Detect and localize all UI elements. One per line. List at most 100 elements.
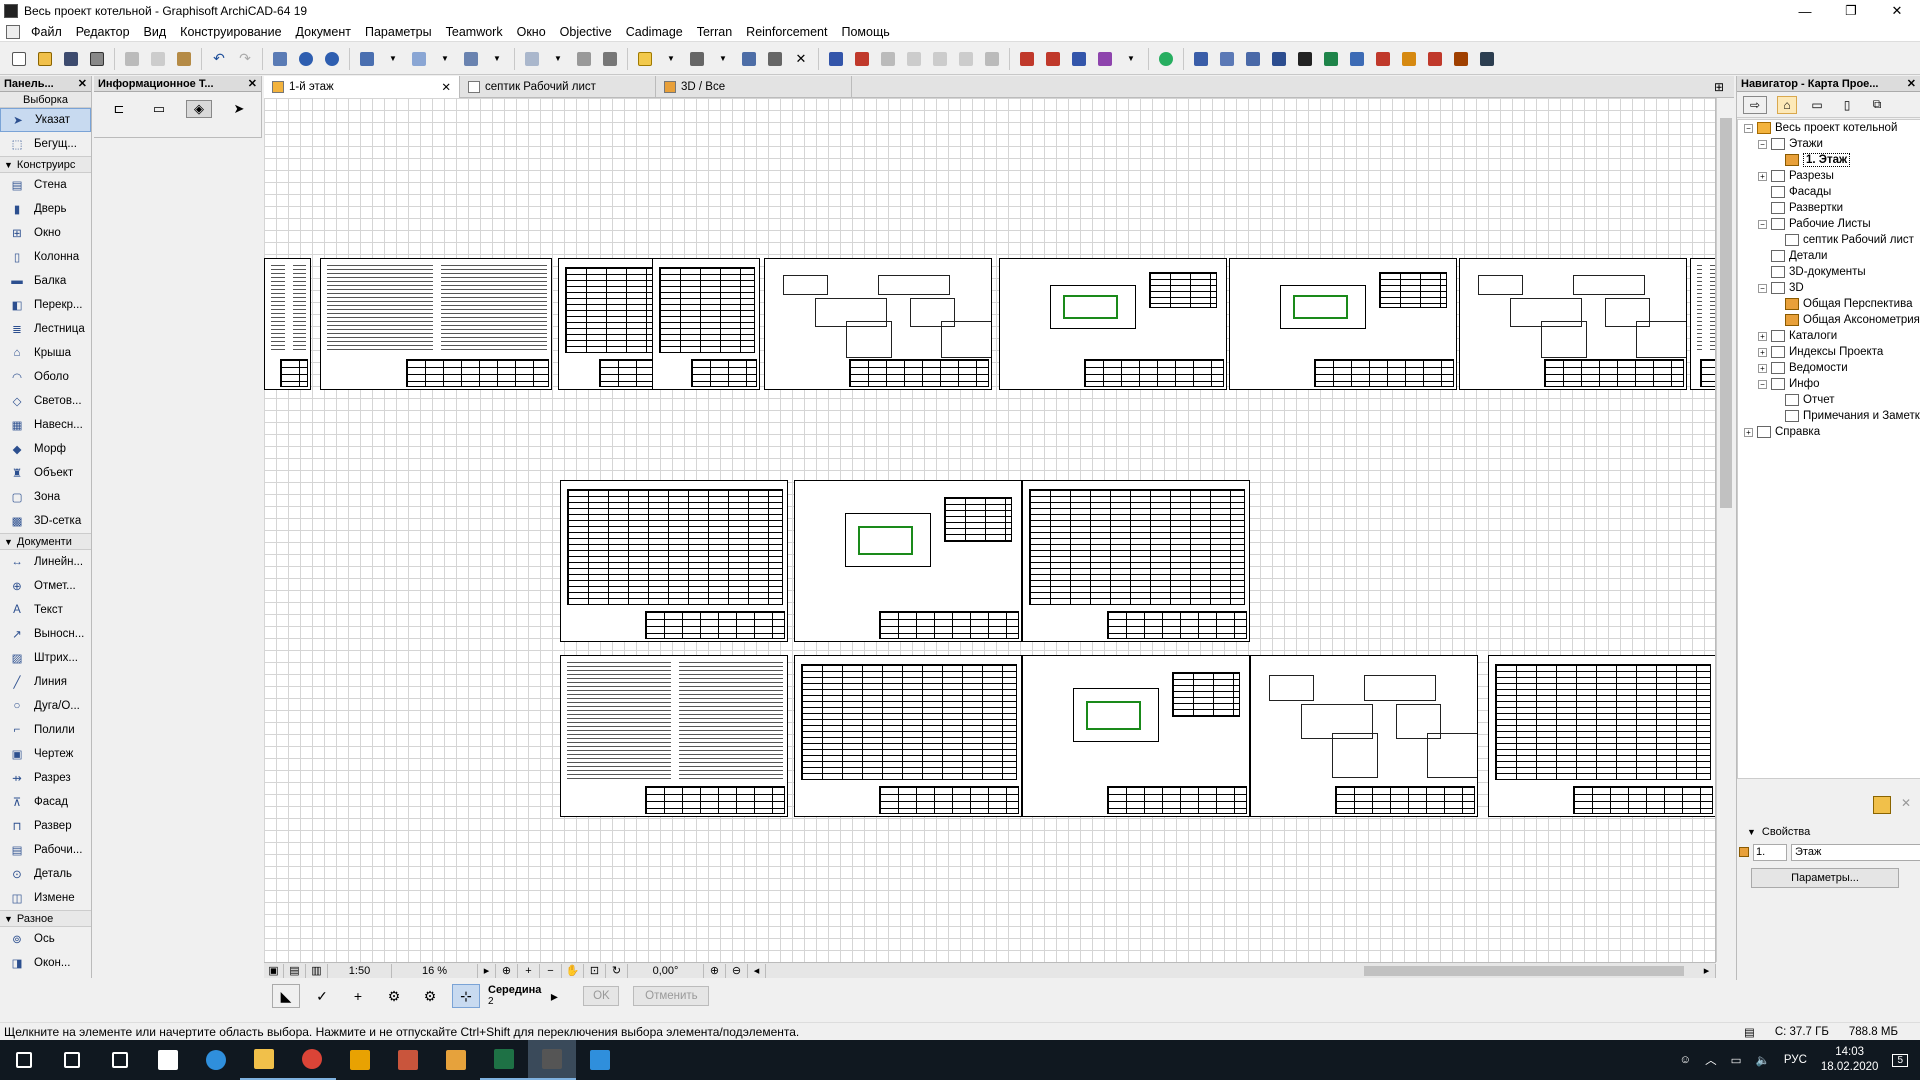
project-map-icon[interactable]: ⌂	[1777, 95, 1797, 114]
split-icon[interactable]	[825, 48, 847, 70]
menu-design[interactable]: Конструирование	[173, 25, 288, 39]
publisher-icon[interactable]	[1398, 48, 1420, 70]
model-view-quick-icon[interactable]: ▥	[306, 963, 328, 978]
elevate-icon[interactable]	[981, 48, 1003, 70]
collapse-icon[interactable]: −	[1758, 379, 1767, 389]
floor-plan-canvas[interactable]	[264, 98, 1716, 962]
redo-icon[interactable]: ↷	[234, 48, 256, 70]
volume-icon[interactable]: 🔈	[1756, 1053, 1770, 1067]
tray-expand-icon[interactable]: ︿	[1705, 1052, 1717, 1068]
drawing-sheet[interactable]	[1690, 258, 1715, 390]
drawing-sheet[interactable]	[1022, 655, 1250, 817]
tree-item[interactable]: Примечания и Заметки	[1738, 408, 1920, 424]
layout-book-icon[interactable]: ▯	[1837, 96, 1857, 114]
next-zoom-icon[interactable]: ⊖	[726, 963, 748, 978]
snap-mode-label[interactable]: Середина 2	[488, 984, 541, 1008]
trace-icon[interactable]	[738, 48, 760, 70]
3d-view-icon[interactable]	[1155, 48, 1177, 70]
tree-item[interactable]: Фасады	[1738, 184, 1920, 200]
minimize-button[interactable]: —	[1782, 0, 1828, 22]
tool-slab[interactable]: ◧ Перекр...	[0, 293, 91, 317]
tool-fill[interactable]: ▨ Штрих...	[0, 646, 91, 670]
interior-marker-icon[interactable]	[1094, 48, 1116, 70]
render-icon[interactable]	[1372, 48, 1394, 70]
drawing-sheet[interactable]	[999, 258, 1227, 390]
zoom-menu-icon[interactable]: ▸	[478, 963, 496, 978]
resize-icon[interactable]	[955, 48, 977, 70]
notifications-icon[interactable]: 5	[1892, 1053, 1908, 1067]
drawing-sheet[interactable]	[264, 258, 311, 390]
expand-icon[interactable]: +	[1758, 363, 1767, 373]
snap-menu-icon[interactable]: ▸	[547, 984, 561, 1008]
tool-polyline[interactable]: ⌐ Полили	[0, 718, 91, 742]
excel-icon[interactable]	[480, 1040, 528, 1080]
info-box-close-icon[interactable]: ✕	[248, 77, 257, 90]
vertical-scroll-thumb[interactable]	[1720, 118, 1732, 508]
delete-icon[interactable]: ✕	[790, 48, 812, 70]
drawing-sheet[interactable]	[320, 258, 552, 390]
floor-plan-icon[interactable]	[1190, 48, 1212, 70]
vertical-scrollbar[interactable]	[1716, 98, 1734, 962]
open-file-icon[interactable]	[34, 48, 56, 70]
network-icon[interactable]: ▭	[1731, 1053, 1742, 1067]
rotate-icon[interactable]: ↻	[606, 963, 628, 978]
tree-item[interactable]: + Индексы Проекта	[1738, 344, 1920, 360]
powerpoint-icon[interactable]	[384, 1040, 432, 1080]
undo-icon[interactable]: ↶	[208, 48, 230, 70]
expand-icon[interactable]: +	[1758, 171, 1767, 181]
geometry-method-icon[interactable]: ◣	[272, 984, 300, 1008]
worksheet-marker-icon[interactable]	[1068, 48, 1090, 70]
marker-icon[interactable]	[1294, 48, 1316, 70]
quick-selection-icon[interactable]: ◈	[186, 100, 212, 118]
document-menu-icon[interactable]	[6, 24, 20, 39]
collapse-icon[interactable]: −	[1758, 139, 1767, 149]
delete-item-icon[interactable]: ✕	[1897, 796, 1915, 814]
menu-help[interactable]: Помощь	[834, 25, 896, 39]
chevron-down-icon[interactable]: ▼	[434, 48, 456, 70]
tool-line[interactable]: ╱ Линия	[0, 670, 91, 694]
pick-up-icon[interactable]	[295, 48, 317, 70]
onedrive-icon[interactable]	[576, 1040, 624, 1080]
find-select-icon[interactable]	[269, 48, 291, 70]
library-icon[interactable]	[1450, 48, 1472, 70]
scale-field[interactable]: 1:50	[328, 963, 392, 978]
tool-group-header[interactable]: ▼ Разное	[0, 910, 91, 927]
tree-item[interactable]: + Справка	[1738, 424, 1920, 440]
story-id-field[interactable]: 1.	[1753, 843, 1787, 861]
archicad-icon[interactable]	[528, 1040, 576, 1080]
inject-icon[interactable]	[321, 48, 343, 70]
suspend-groups-icon[interactable]	[460, 48, 482, 70]
start-icon[interactable]	[0, 1040, 48, 1080]
close-button[interactable]: ✕	[1874, 0, 1920, 22]
save-icon[interactable]	[60, 48, 82, 70]
tool-elevation[interactable]: ⊼ Фасад	[0, 790, 91, 814]
cancel-button[interactable]: Отменить	[633, 986, 710, 1006]
tree-item[interactable]: 3D-документы	[1738, 264, 1920, 280]
tool-section[interactable]: ⇸ Разрез	[0, 766, 91, 790]
tool-column[interactable]: ▯ Колонна	[0, 245, 91, 269]
tool-marquee[interactable]: ⬚ Бегущ...	[0, 132, 91, 156]
fillet-icon[interactable]	[903, 48, 925, 70]
drawing-sheet[interactable]	[1250, 655, 1478, 817]
tree-item[interactable]: септик Рабочий лист	[1738, 232, 1920, 248]
tree-item[interactable]: 1. Этаж	[1738, 152, 1920, 168]
tool-level-dimension[interactable]: ⊕ Отмет...	[0, 574, 91, 598]
chevron-down-icon[interactable]: ▼	[486, 48, 508, 70]
tool-beam[interactable]: ▬ Балка	[0, 269, 91, 293]
drawing-sheet[interactable]	[560, 480, 788, 642]
fit-in-window-icon[interactable]: ⊡	[584, 963, 606, 978]
chevron-down-icon[interactable]: ▼	[660, 48, 682, 70]
adjust-icon[interactable]	[851, 48, 873, 70]
chevron-down-icon[interactable]: ▼	[382, 48, 404, 70]
tool-object[interactable]: ♜ Объект	[0, 461, 91, 485]
layer-icon[interactable]	[356, 48, 378, 70]
section-view-icon[interactable]	[1216, 48, 1238, 70]
menu-edit[interactable]: Редактор	[69, 25, 137, 39]
menu-view[interactable]: Вид	[137, 25, 174, 39]
add-point-icon[interactable]: +	[344, 984, 372, 1008]
snap-guide-icon[interactable]	[408, 48, 430, 70]
mep-icon[interactable]	[1320, 48, 1342, 70]
tool-wall[interactable]: ▤ Стена	[0, 173, 91, 197]
scroll-left-icon[interactable]: ◂	[748, 963, 766, 978]
zoom-in-icon[interactable]: +	[518, 963, 540, 978]
